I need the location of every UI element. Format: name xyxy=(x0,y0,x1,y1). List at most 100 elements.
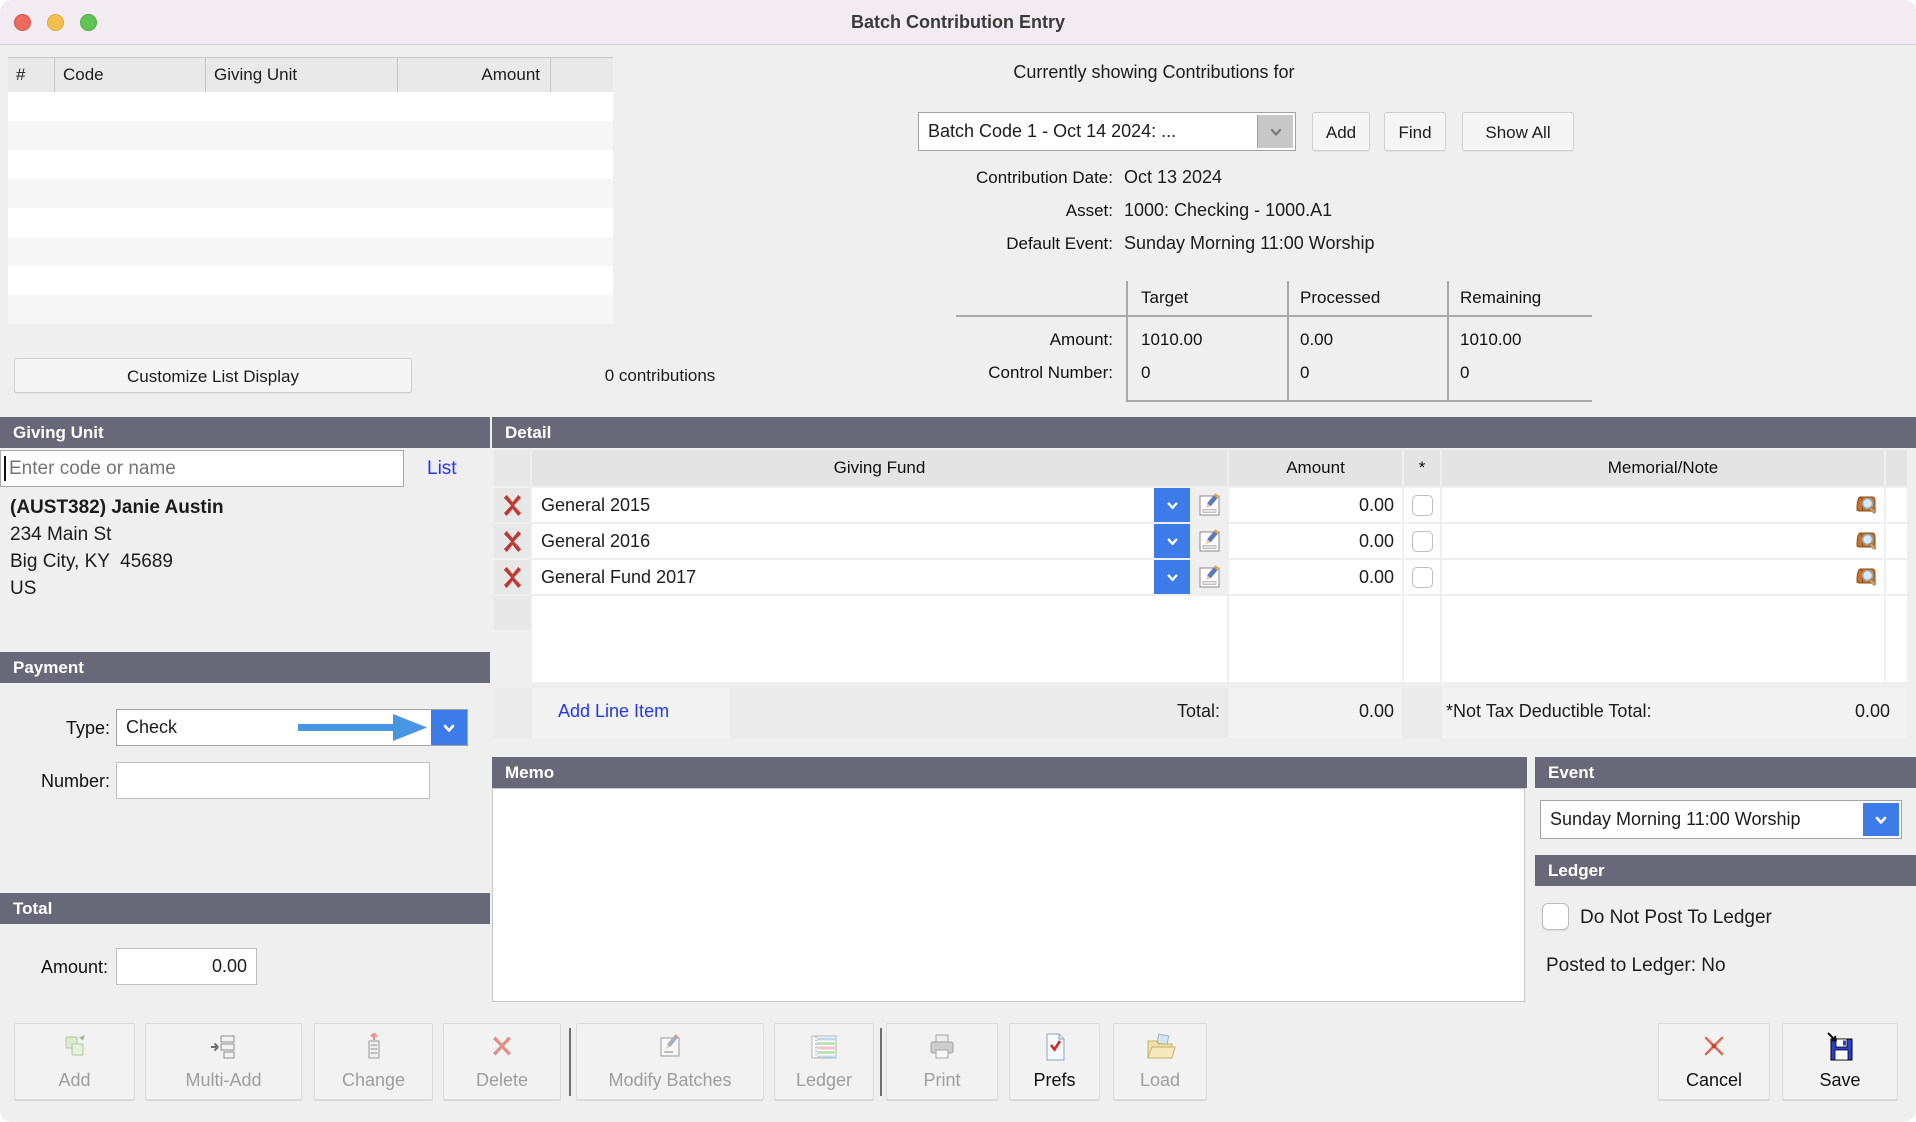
posted-to-ledger-text: Posted to Ledger: No xyxy=(1546,955,1726,977)
add-line-item-link[interactable]: Add Line Item xyxy=(558,701,669,722)
line-amount-field[interactable]: 0.00 xyxy=(1229,488,1402,522)
batch-heading: Currently showing Contributions for xyxy=(918,62,1390,83)
customize-list-display-button[interactable]: Customize List Display xyxy=(14,358,412,393)
default-event-label: Default Event: xyxy=(870,234,1113,254)
summary-control-label: Control Number: xyxy=(870,363,1113,383)
ntd-total-label: *Not Tax Deductible Total: xyxy=(1446,701,1651,722)
toolbar-cancel-button[interactable]: Cancel xyxy=(1658,1023,1770,1100)
not-tax-deductible-checkbox[interactable] xyxy=(1412,567,1433,588)
toolbar-change-button[interactable]: Change xyxy=(314,1023,433,1100)
memorial-note-field[interactable] xyxy=(1442,524,1884,558)
memorial-lookup-icon[interactable] xyxy=(1853,528,1879,559)
title-bar: Batch Contribution Entry xyxy=(0,0,1916,45)
delete-row-button[interactable] xyxy=(494,488,530,522)
memo-section-header: Memo xyxy=(492,757,1527,788)
detail-col-giving-fund: Giving Fund xyxy=(532,450,1227,486)
event-select-value: Sunday Morning 11:00 Worship xyxy=(1550,801,1861,838)
contribution-list-body[interactable] xyxy=(8,92,613,324)
edit-fund-button[interactable] xyxy=(1192,488,1228,522)
memorial-note-field[interactable] xyxy=(1442,488,1884,522)
payment-type-label: Type: xyxy=(20,718,110,739)
list-row xyxy=(8,179,613,208)
line-amount-field[interactable]: 0.00 xyxy=(1229,524,1402,558)
batch-show-all-button[interactable]: Show All xyxy=(1462,112,1574,151)
payment-section-header: Payment xyxy=(0,652,490,683)
toolbar-print-button[interactable]: Print xyxy=(886,1023,998,1100)
detail-totals-row: Add Line Item Total: 0.00 *Not Tax Deduc… xyxy=(494,688,1907,738)
total-amount-label: Amount: xyxy=(8,957,108,978)
delete-row-button[interactable] xyxy=(494,524,530,558)
payment-number-label: Number: xyxy=(8,771,110,792)
contribution-date-label: Contribution Date: xyxy=(870,168,1113,188)
list-row xyxy=(8,92,613,121)
detail-col-star: * xyxy=(1404,450,1440,486)
summary-amount-target: 1010.00 xyxy=(1141,330,1202,350)
batch-add-button[interactable]: Add xyxy=(1312,112,1370,151)
edit-fund-button[interactable] xyxy=(1192,560,1228,594)
toolbar-load-button[interactable]: Load xyxy=(1113,1023,1207,1100)
summary-col-target: Target xyxy=(1141,288,1188,308)
chevron-down-icon xyxy=(1154,524,1190,558)
column-header-amount[interactable]: Amount xyxy=(398,58,551,92)
chevron-down-icon xyxy=(1154,560,1190,594)
memo-textarea[interactable] xyxy=(492,788,1525,1002)
memorial-note-field[interactable] xyxy=(1442,560,1884,594)
batch-select-value: Batch Code 1 - Oct 14 2024: ... xyxy=(928,113,1255,150)
memorial-lookup-icon[interactable] xyxy=(1853,492,1879,523)
giving-fund-value: General Fund 2017 xyxy=(532,560,1190,594)
giving-fund-select[interactable]: General Fund 2017 xyxy=(532,560,1190,594)
batch-select[interactable]: Batch Code 1 - Oct 14 2024: ... xyxy=(918,112,1296,151)
annotation-arrow xyxy=(298,714,428,741)
giving-unit-list-link[interactable]: List xyxy=(427,458,457,480)
window-title: Batch Contribution Entry xyxy=(0,0,1916,45)
giving-fund-value: General 2015 xyxy=(532,488,1190,522)
detail-total-label: Total: xyxy=(1024,701,1220,722)
toolbar-add-button[interactable]: Add xyxy=(14,1023,135,1100)
red-x-icon xyxy=(501,566,524,589)
event-select[interactable]: Sunday Morning 11:00 Worship xyxy=(1540,800,1902,839)
do-not-post-checkbox[interactable] xyxy=(1542,903,1569,930)
list-row xyxy=(8,121,613,150)
add-icon xyxy=(15,1031,134,1063)
toolbar-delete-button[interactable]: Delete xyxy=(443,1023,561,1100)
detail-col-amount: Amount xyxy=(1229,450,1402,486)
toolbar-modify-batches-button[interactable]: Modify Batches xyxy=(576,1023,764,1100)
memorial-lookup-icon[interactable] xyxy=(1853,564,1879,595)
edit-fund-button[interactable] xyxy=(1192,524,1228,558)
toolbar-multi-add-button[interactable]: Multi-Add xyxy=(145,1023,302,1100)
payment-number-field[interactable] xyxy=(116,762,430,799)
summary-amount-processed: 0.00 xyxy=(1300,330,1333,350)
line-amount-field[interactable]: 0.00 xyxy=(1229,560,1402,594)
giving-unit-address-line1: 234 Main St xyxy=(10,524,111,546)
toolbar-ledger-button[interactable]: Ledger xyxy=(774,1023,874,1100)
batch-find-button[interactable]: Find xyxy=(1384,112,1446,151)
total-section-header: Total xyxy=(0,893,490,924)
total-amount-field[interactable]: 0.00 xyxy=(116,948,257,985)
column-header-giving-unit[interactable]: Giving Unit xyxy=(206,58,398,92)
payment-number-input[interactable] xyxy=(123,765,425,796)
giving-unit-search-field[interactable] xyxy=(0,450,404,487)
ledger-section-header: Ledger xyxy=(1535,855,1916,886)
total-amount-value: 0.00 xyxy=(121,949,247,984)
contribution-date-value: Oct 13 2024 xyxy=(1124,167,1222,188)
column-header-code[interactable]: Code xyxy=(55,58,206,92)
summary-amount-remaining: 1010.00 xyxy=(1460,330,1521,350)
contribution-list-header: # Code Giving Unit Amount xyxy=(8,57,613,93)
chevron-down-icon xyxy=(1257,115,1293,148)
not-tax-deductible-checkbox[interactable] xyxy=(1412,531,1433,552)
ntd-total-value: 0.00 xyxy=(1724,701,1890,722)
toolbar-save-button[interactable]: Save xyxy=(1782,1023,1898,1100)
modify-batches-icon xyxy=(577,1031,763,1063)
ledger-icon xyxy=(775,1031,873,1063)
giving-fund-select[interactable]: General 2016 xyxy=(532,524,1190,558)
delete-row-button[interactable] xyxy=(494,560,530,594)
list-row xyxy=(8,208,613,237)
giving-unit-search-input[interactable] xyxy=(7,453,399,484)
giving-unit-address-line2: Big City, KY 45689 xyxy=(10,551,173,573)
not-tax-deductible-checkbox[interactable] xyxy=(1412,495,1433,516)
toolbar-prefs-button[interactable]: Prefs xyxy=(1009,1023,1100,1100)
column-header-number[interactable]: # xyxy=(8,58,55,92)
giving-fund-value: General 2016 xyxy=(532,524,1190,558)
giving-fund-select[interactable]: General 2015 xyxy=(532,488,1190,522)
giving-unit-section-header: Giving Unit xyxy=(0,417,490,448)
